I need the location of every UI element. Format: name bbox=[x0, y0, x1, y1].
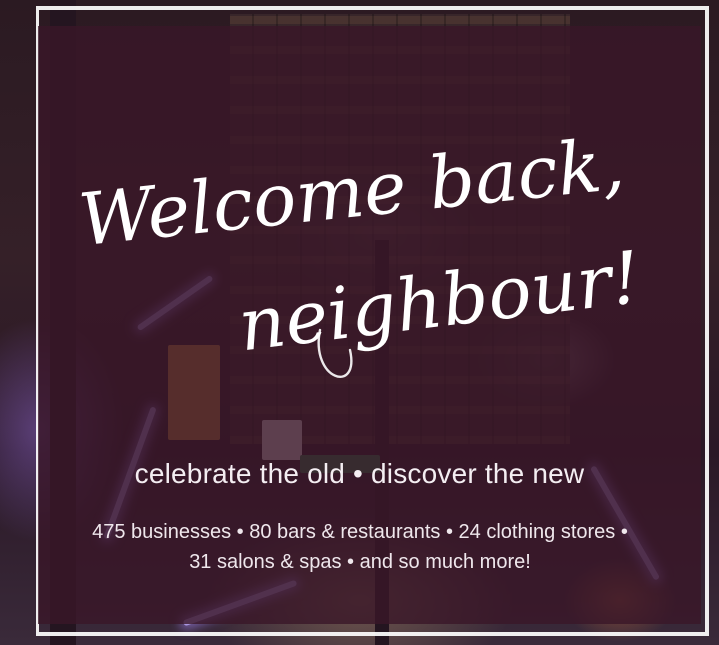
headline-line1: Welcome back, bbox=[75, 130, 628, 262]
tagline: celebrate the old • discover the new bbox=[134, 458, 585, 489]
business-stats: 475 businesses • 80 bars & restaurants •… bbox=[92, 521, 628, 573]
headline-script: Welcome back, neighbour! bbox=[75, 130, 645, 378]
headline-line2: neighbour! bbox=[234, 235, 645, 368]
